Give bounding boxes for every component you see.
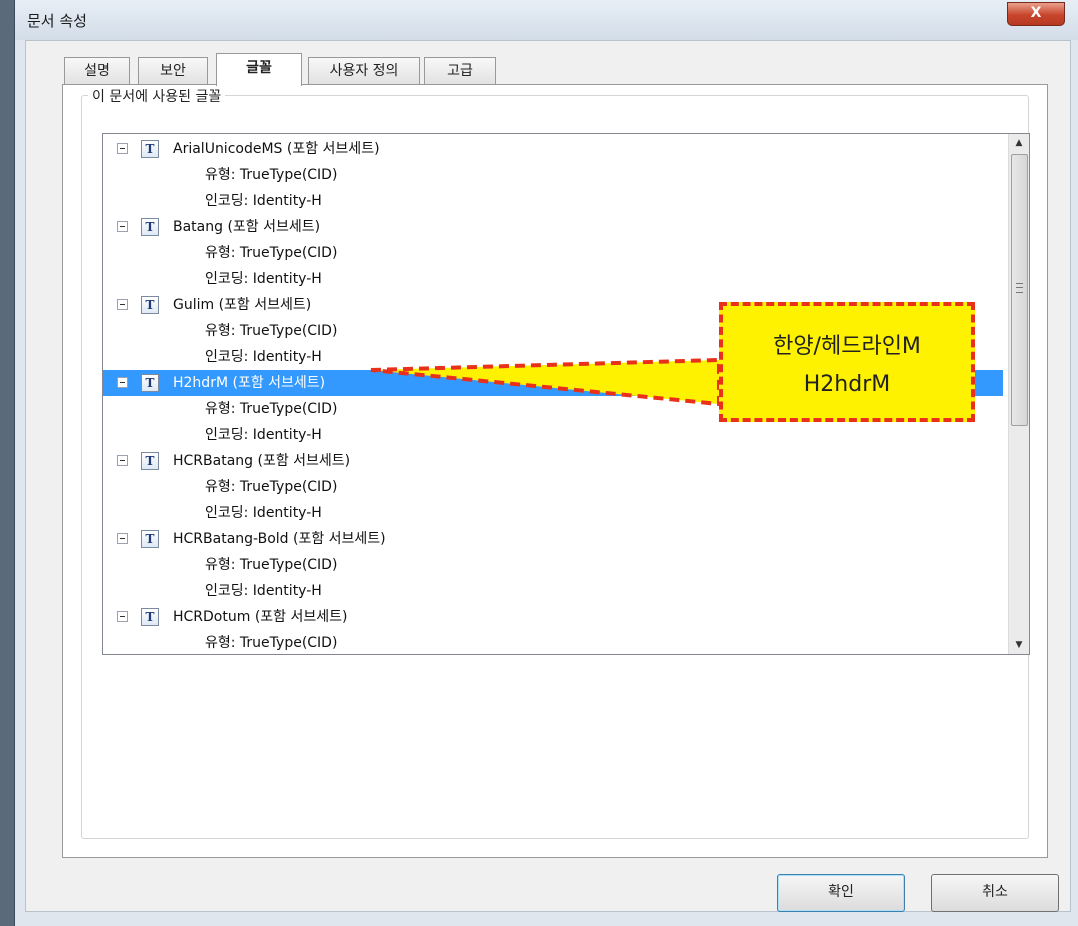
callout-korean-font-name: 한양/헤드라인M: [773, 334, 921, 359]
callout-font-id: H2hdrM: [803, 372, 891, 397]
callout-pointer: [370, 357, 721, 407]
document-properties-dialog: 문서 속성 X 설명 보안 글꼴 사용자 정의 고급 이 문서에 사용된 글꼴 …: [14, 0, 1078, 926]
annotation-callout: 한양/헤드라인M H2hdrM: [719, 302, 975, 422]
